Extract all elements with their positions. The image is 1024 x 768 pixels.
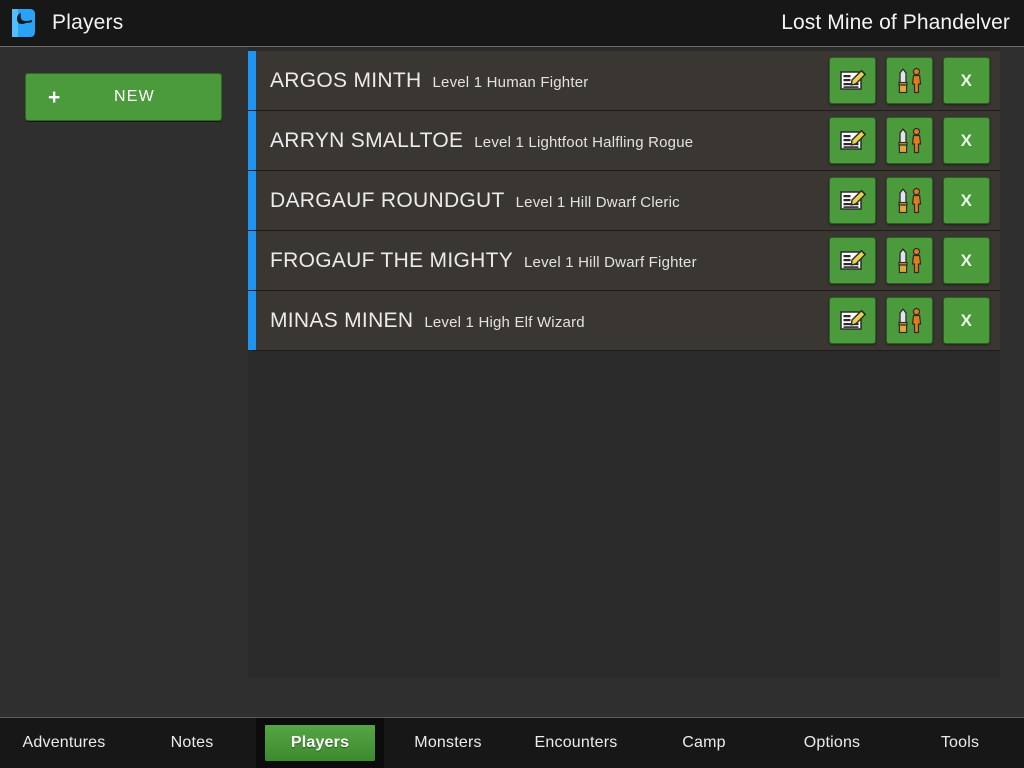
player-name: ARGOS MINTH <box>270 69 421 93</box>
delete-player-button[interactable]: X <box>943 117 990 164</box>
edit-player-button[interactable] <box>829 297 876 344</box>
nav-item-notes[interactable]: Notes <box>128 718 256 768</box>
player-name: FROGAUF THE MIGHTY <box>270 249 513 273</box>
player-equipment-button[interactable] <box>886 177 933 224</box>
player-equipment-button[interactable] <box>886 117 933 164</box>
table-row[interactable]: ARGOS MINTH Level 1 Human Fighter X <box>252 51 1000 111</box>
player-meta: Level 1 Lightfoot Halfling Rogue <box>474 134 693 151</box>
player-info: MINAS MINEN Level 1 High Elf Wizard <box>264 309 585 333</box>
player-name: MINAS MINEN <box>270 309 413 333</box>
row-action-group: X <box>829 57 1000 104</box>
left-sidebar: + NEW <box>0 47 248 717</box>
nav-item-monsters[interactable]: Monsters <box>384 718 512 768</box>
player-equipment-button[interactable] <box>886 57 933 104</box>
delete-player-button[interactable]: X <box>943 57 990 104</box>
player-meta: Level 1 Human Fighter <box>432 74 588 91</box>
player-equipment-button[interactable] <box>886 297 933 344</box>
nav-item-label: Camp <box>682 734 725 752</box>
nav-item-label: Monsters <box>414 734 481 752</box>
app-window: Players Lost Mine of Phandelver + NEW AR… <box>0 0 1024 768</box>
edit-sheet-icon <box>839 308 867 334</box>
player-meta: Level 1 High Elf Wizard <box>424 314 585 331</box>
nav-item-label: Options <box>804 734 861 752</box>
row-accent-bar <box>248 51 256 110</box>
edit-player-button[interactable] <box>829 57 876 104</box>
new-player-button[interactable]: + NEW <box>25 73 222 121</box>
player-meta: Level 1 Hill Dwarf Fighter <box>524 254 697 271</box>
player-info: ARGOS MINTH Level 1 Human Fighter <box>264 69 588 93</box>
edit-player-button[interactable] <box>829 237 876 284</box>
equipment-icon <box>895 247 925 275</box>
nav-item-label: Adventures <box>23 734 106 752</box>
nav-item-camp[interactable]: Camp <box>640 718 768 768</box>
player-equipment-button[interactable] <box>886 237 933 284</box>
row-action-group: X <box>829 297 1000 344</box>
equipment-icon <box>895 307 925 335</box>
edit-sheet-icon <box>839 188 867 214</box>
nav-item-players[interactable]: Players <box>256 718 384 768</box>
row-action-group: X <box>829 237 1000 284</box>
edit-sheet-icon <box>839 68 867 94</box>
delete-player-button[interactable]: X <box>943 177 990 224</box>
nav-item-adventures[interactable]: Adventures <box>0 718 128 768</box>
app-header: Players Lost Mine of Phandelver <box>0 0 1024 47</box>
header-left-group: Players <box>8 7 123 39</box>
nav-item-label: Encounters <box>535 734 618 752</box>
edit-sheet-icon <box>839 128 867 154</box>
row-action-group: X <box>829 117 1000 164</box>
equipment-icon <box>895 187 925 215</box>
edit-player-button[interactable] <box>829 117 876 164</box>
table-row[interactable]: DARGAUF ROUNDGUT Level 1 Hill Dwarf Cleri… <box>252 171 1000 231</box>
adventure-title: Lost Mine of Phandelver <box>781 11 1014 35</box>
shield-book-icon <box>8 7 38 39</box>
page-title: Players <box>52 11 123 35</box>
row-action-group: X <box>829 177 1000 224</box>
players-list-panel: ARGOS MINTH Level 1 Human Fighter X ARRYN S… <box>248 47 1000 677</box>
edit-sheet-icon <box>839 248 867 274</box>
row-accent-bar <box>248 171 256 230</box>
nav-item-encounters[interactable]: Encounters <box>512 718 640 768</box>
delete-player-button[interactable]: X <box>943 237 990 284</box>
player-info: ARRYN SMALLTOE Level 1 Lightfoot Halfling… <box>264 129 693 153</box>
player-info: DARGAUF ROUNDGUT Level 1 Hill Dwarf Cleri… <box>264 189 680 213</box>
player-name: DARGAUF ROUNDGUT <box>270 189 505 213</box>
row-accent-bar <box>248 231 256 290</box>
nav-item-options[interactable]: Options <box>768 718 896 768</box>
row-accent-bar <box>248 111 256 170</box>
main-body: + NEW ARGOS MINTHLevel 1 Human FighterXA… <box>0 47 1024 717</box>
plus-icon: + <box>48 87 61 108</box>
equipment-icon <box>895 127 925 155</box>
player-meta: Level 1 Hill Dwarf Cleric <box>516 194 680 211</box>
row-accent-bar <box>248 291 256 350</box>
nav-item-label: Notes <box>171 734 214 752</box>
delete-player-button[interactable]: X <box>943 297 990 344</box>
table-row[interactable]: MINAS MINEN Level 1 High Elf Wizard X <box>252 291 1000 351</box>
player-name: ARRYN SMALLTOE <box>270 129 463 153</box>
nav-item-label: Tools <box>941 734 979 752</box>
table-row[interactable]: ARRYN SMALLTOE Level 1 Lightfoot Halfling… <box>252 111 1000 171</box>
table-row[interactable]: FROGAUF THE MIGHTY Level 1 Hill Dwarf Fig… <box>252 231 1000 291</box>
nav-item-label: Players <box>264 724 376 762</box>
equipment-icon <box>895 67 925 95</box>
bottom-navigation: Adventures Notes Players Monsters Encounters… <box>0 717 1024 768</box>
player-info: FROGAUF THE MIGHTY Level 1 Hill Dwarf Fig… <box>264 249 697 273</box>
nav-item-tools[interactable]: Tools <box>896 718 1024 768</box>
edit-player-button[interactable] <box>829 177 876 224</box>
